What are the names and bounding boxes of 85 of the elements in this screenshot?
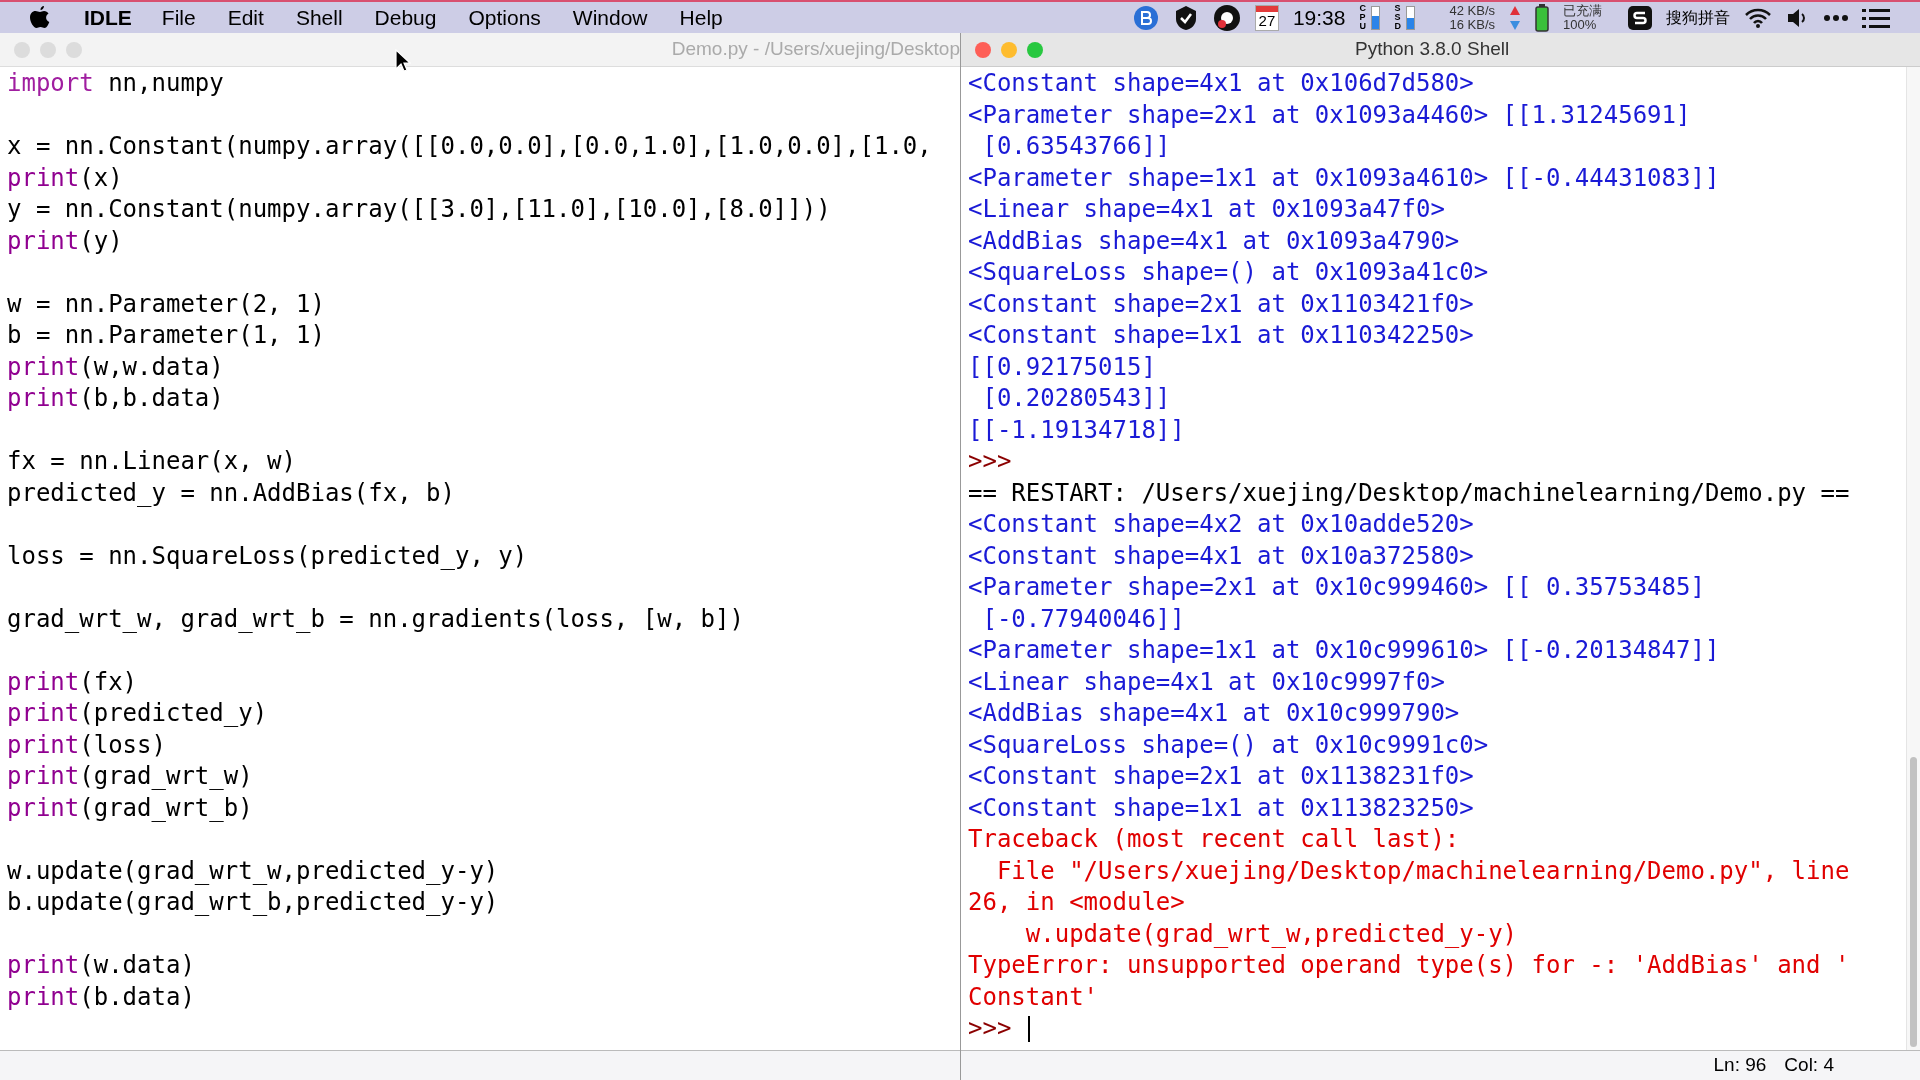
apple-icon[interactable] xyxy=(30,5,50,30)
code-line: predicted_y = nn.AddBias(fx, b) xyxy=(7,477,455,509)
up-down-arrows-icon xyxy=(1509,4,1521,31)
meter-label: CPU xyxy=(1359,4,1367,31)
record-icon[interactable] xyxy=(1212,3,1241,32)
code-line: print(b,b.data) xyxy=(7,383,224,414)
shell-line: >>> xyxy=(968,446,1012,477)
more-icon[interactable] xyxy=(1824,14,1848,21)
shell-line: [[0.92175015] xyxy=(968,351,1156,383)
app-menu[interactable]: IDLE xyxy=(84,1,132,34)
shell-line: <Constant shape=2x1 at 0x1138231f0> xyxy=(968,761,1474,792)
shell-line: == RESTART: /Users/xuejing/Desktop/machinelearning/Demo.py == xyxy=(968,477,1850,509)
shell-line: 26, in <module> xyxy=(968,887,1185,918)
calendar-icon[interactable]: 27 xyxy=(1254,4,1279,31)
shell-line: <Constant shape=2x1 at 0x1103421f0> xyxy=(968,288,1474,320)
battery-percent: 100% xyxy=(1563,17,1597,32)
shell-line: Traceback (most recent call last): xyxy=(968,824,1460,855)
upload-rate: 42 KB/s xyxy=(1449,3,1495,18)
shell-line: <Constant shape=4x1 at 0x10a372580> xyxy=(968,540,1474,572)
code-line: print(x) xyxy=(7,162,123,194)
shell-line: <Constant shape=1x1 at 0x110342250> xyxy=(968,320,1474,351)
shell-line: <Parameter shape=2x1 at 0x10c999460> [[ 0.35753485] xyxy=(968,572,1705,603)
shell-line: <Linear shape=4x1 at 0x1093a47f0> xyxy=(968,194,1445,225)
code-line: w.update(grad_wrt_w,predicted_y-y) xyxy=(7,855,499,887)
battery-status: 已充满 xyxy=(1563,3,1602,18)
shell-line: <Constant shape=4x2 at 0x10adde520> xyxy=(968,509,1474,540)
menu-item[interactable]: Help xyxy=(679,1,723,34)
shell-line: [0.63543766]] xyxy=(981,131,1171,162)
b-circle-icon[interactable] xyxy=(1132,4,1159,31)
shell-line: [-0.77940046]] xyxy=(981,603,1185,635)
window-title: Demo.py - /Users/xuejing/Desktop xyxy=(671,37,960,62)
code-line: print(predicted_y) xyxy=(7,698,268,729)
code-line: print(fx) xyxy=(7,666,138,698)
shell-line: <AddBias shape=4x1 at 0x1093a4790> xyxy=(968,225,1460,257)
shell-prompt: >>> xyxy=(968,1013,1012,1044)
shell-line: <AddBias shape=4x1 at 0x10c999790> xyxy=(968,698,1460,729)
menu-item[interactable]: Debug xyxy=(374,1,437,34)
s-logo-icon[interactable] xyxy=(1628,5,1652,30)
shell-line: <SquareLoss shape=() at 0x10c9991c0> xyxy=(968,729,1489,761)
code-line: grad_wrt_w, grad_wrt_b = nn.gradients(loss, [w, b]) xyxy=(7,603,744,635)
shell-line: <SquareLoss shape=() at 0x1093a41c0> xyxy=(968,257,1489,288)
shell-line: [[-1.19134718]] xyxy=(968,414,1185,446)
shell-line: <Linear shape=4x1 at 0x10c9997f0> xyxy=(968,666,1445,698)
shell-line: <Parameter shape=2x1 at 0x1093a4460> [[1.31245691] xyxy=(968,99,1691,131)
code-line: loss = nn.SquareLoss(predicted_y, y) xyxy=(7,540,528,572)
input-method[interactable]: 搜狗拼音 xyxy=(1666,5,1730,30)
window-title: Python 3.8.0 Shell xyxy=(1355,37,1510,62)
menu-item[interactable]: Window xyxy=(572,1,648,34)
shell-line: File "/Users/xuejing/Desktop/machinelearning/Demo.py", line xyxy=(995,855,1850,887)
scrollbar[interactable] xyxy=(1906,67,1920,1050)
shell-line: TypeError: unsupported operand type(s) for -: 'AddBias' and ' xyxy=(968,950,1850,981)
shell-line: Constant' xyxy=(968,981,1099,1013)
menu-item[interactable]: File xyxy=(161,1,196,34)
menu-item[interactable]: Options xyxy=(468,1,541,34)
code-line: print(grad_wrt_w) xyxy=(7,761,253,792)
shell-line: w.update(grad_wrt_w,predicted_y-y) xyxy=(1024,918,1518,950)
menu-item[interactable]: Edit xyxy=(227,1,264,34)
list-icon[interactable] xyxy=(1862,6,1890,29)
shell-line: <Parameter shape=1x1 at 0x10c999610> [[-0.20134847]] xyxy=(968,635,1720,666)
battery-icon[interactable] xyxy=(1535,3,1549,32)
code-line: b = nn.Parameter(1, 1) xyxy=(7,320,325,351)
shell-line: [0.20280543]] xyxy=(981,383,1171,414)
download-rate: 16 KB/s xyxy=(1449,17,1495,32)
code-line: print(w,w.data) xyxy=(7,351,224,383)
code-line: print(b.data) xyxy=(7,981,195,1013)
shell-line: <Constant shape=1x1 at 0x113823250> xyxy=(968,792,1474,824)
clock-time[interactable]: 19:38 xyxy=(1292,1,1346,34)
code-line: print(grad_wrt_b) xyxy=(7,792,253,824)
column-status: Col: 4 xyxy=(1784,1053,1834,1078)
line-number-status: Ln: 96 xyxy=(1713,1053,1767,1078)
menu-item[interactable]: Shell xyxy=(295,1,343,34)
calendar-date: 27 xyxy=(1257,11,1277,30)
code-line: fx = nn.Linear(x, w) xyxy=(7,446,296,477)
code-line: y = nn.Constant(numpy.array([[3.0],[11.0],[10.0],[8.0]])) xyxy=(7,194,831,225)
meter-label: SSD xyxy=(1394,4,1402,31)
code-line: print(w.data) xyxy=(7,950,195,981)
shell-line: <Constant shape=4x1 at 0x106d7d580> xyxy=(968,68,1474,99)
wifi-icon[interactable] xyxy=(1744,6,1772,29)
code-line: print(y) xyxy=(7,225,123,257)
code-line: x = nn.Constant(numpy.array([[0.0,0.0],[0.0,1.0],[1.0,0.0],[1.0, xyxy=(7,131,932,162)
code-line: w = nn.Parameter(2, 1) xyxy=(7,288,325,320)
code-line: b.update(grad_wrt_b,predicted_y-y) xyxy=(7,887,499,918)
code-line: import nn,numpy xyxy=(7,68,224,99)
code-line: print(loss) xyxy=(7,729,166,761)
shell-line: <Parameter shape=1x1 at 0x1093a4610> [[-0.44431083]] xyxy=(968,162,1720,194)
